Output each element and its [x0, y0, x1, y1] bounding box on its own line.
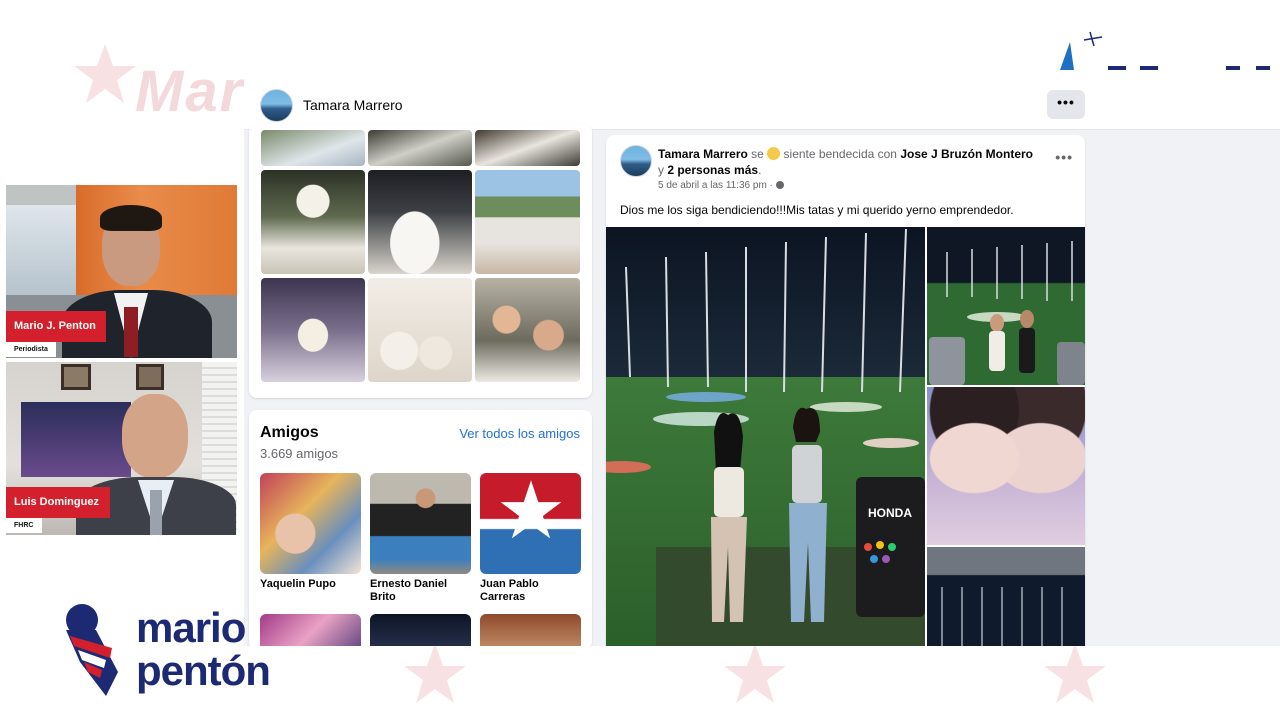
watermark-star-icon: [404, 644, 466, 703]
watermark-logo: Mar: [135, 59, 245, 124]
photo-thumbnail[interactable]: [475, 170, 580, 274]
guest-tie: [150, 490, 162, 535]
see-all-friends-link[interactable]: Ver todos los amigos: [459, 426, 580, 441]
photo-thumbnail[interactable]: [261, 170, 365, 274]
profile-name[interactable]: Tamara Marrero: [303, 97, 403, 113]
wall-frame: [136, 364, 164, 390]
microphone-logo-icon: [66, 604, 118, 696]
photo-thumbnail[interactable]: [368, 130, 472, 166]
host-tie: [124, 307, 138, 357]
friend-photo[interactable]: [370, 473, 471, 574]
globe-icon: [775, 181, 784, 189]
more-options-button[interactable]: •••: [1047, 90, 1085, 119]
post-author[interactable]: Tamara Marrero: [658, 147, 748, 161]
post-main-photo[interactable]: HONDA: [606, 227, 925, 646]
friend-name[interactable]: Ernesto Daniel Brito: [370, 578, 474, 604]
office-window: [6, 205, 76, 295]
photo-thumbnail[interactable]: [368, 278, 472, 382]
post-text: Dios me los siga bendiciendo!!!Mis tatas…: [620, 203, 1014, 217]
post-side-photo[interactable]: [927, 387, 1085, 545]
friend-photo[interactable]: [480, 473, 581, 574]
friend-photo[interactable]: [260, 614, 361, 646]
watermark-star-icon: [74, 44, 136, 103]
friends-count: 3.669 amigos: [260, 446, 339, 461]
profile-avatar[interactable]: [260, 89, 293, 122]
feeling-text: siente bendecida con: [783, 147, 897, 161]
feeling-prefix: se: [751, 147, 764, 161]
tv-screen: [21, 402, 131, 477]
watermark-star-icon: [724, 644, 786, 703]
guest-head: [122, 394, 188, 478]
friend-photo[interactable]: [370, 614, 471, 646]
friends-card: Amigos 3.669 amigos Ver todos los amigos…: [249, 410, 592, 646]
brand-line-1: mario: [136, 604, 246, 651]
partial-logo-icon: [1060, 31, 1270, 70]
post-card: Tamara Marrero se siente bendecida con J…: [606, 135, 1085, 646]
friend-name[interactable]: Yaquelin Pupo: [260, 578, 364, 591]
photo-thumbnail[interactable]: [475, 278, 580, 382]
name-label: Mario J. Penton: [6, 311, 106, 342]
stream-frame: Mar Tamara Marrero ••• Amigos 3.669 amig…: [0, 0, 1280, 720]
watermark-star-icon: [1044, 644, 1106, 703]
role-label: Periodista: [6, 342, 56, 357]
blessed-emoji-icon: [767, 147, 781, 160]
photo-thumbnail[interactable]: [261, 130, 365, 166]
post-options-button[interactable]: •••: [1055, 149, 1073, 165]
brand-line-2: pentón: [136, 647, 271, 694]
friend-photo[interactable]: [480, 614, 581, 646]
tagged-person[interactable]: Jose J Bruzón Montero: [900, 147, 1033, 161]
photo-thumbnail[interactable]: [261, 278, 365, 382]
conjunction: y: [658, 163, 664, 177]
golf-range-night-photo: [941, 587, 1063, 646]
name-label: Luis Dominguez: [6, 487, 110, 518]
role-label: FHRC: [6, 518, 42, 533]
golf-range-side-photo: [929, 241, 1085, 385]
post-timestamp[interactable]: 5 de abril a las 11:36 pm ·: [658, 180, 784, 191]
facebook-screen-share: Tamara Marrero ••• Amigos 3.669 amigos V…: [244, 80, 1280, 646]
tagged-others[interactable]: 2 personas más: [667, 163, 758, 177]
svg-text:HONDA: HONDA: [868, 506, 912, 520]
friend-photo[interactable]: [260, 473, 361, 574]
friends-title[interactable]: Amigos: [260, 424, 319, 442]
profile-header-bar: Tamara Marrero •••: [244, 80, 1280, 130]
post-side-photo[interactable]: [927, 547, 1085, 646]
post-date-text[interactable]: 5 de abril a las 11:36 pm ·: [658, 180, 773, 191]
post-side-photo[interactable]: [927, 227, 1085, 385]
friend-name[interactable]: Juan Pablo Carreras: [480, 578, 584, 604]
photo-thumbnail[interactable]: [368, 170, 472, 274]
photo-thumbnail[interactable]: [475, 130, 580, 166]
golf-range-photo: HONDA: [606, 227, 925, 646]
photos-card: [249, 124, 592, 398]
period: .: [758, 163, 762, 177]
wall-frame: [61, 364, 91, 390]
post-header: Tamara Marrero se siente bendecida con J…: [658, 146, 1058, 178]
host-hair: [100, 205, 162, 231]
post-author-avatar[interactable]: [620, 145, 652, 177]
star-icon: [500, 480, 562, 539]
